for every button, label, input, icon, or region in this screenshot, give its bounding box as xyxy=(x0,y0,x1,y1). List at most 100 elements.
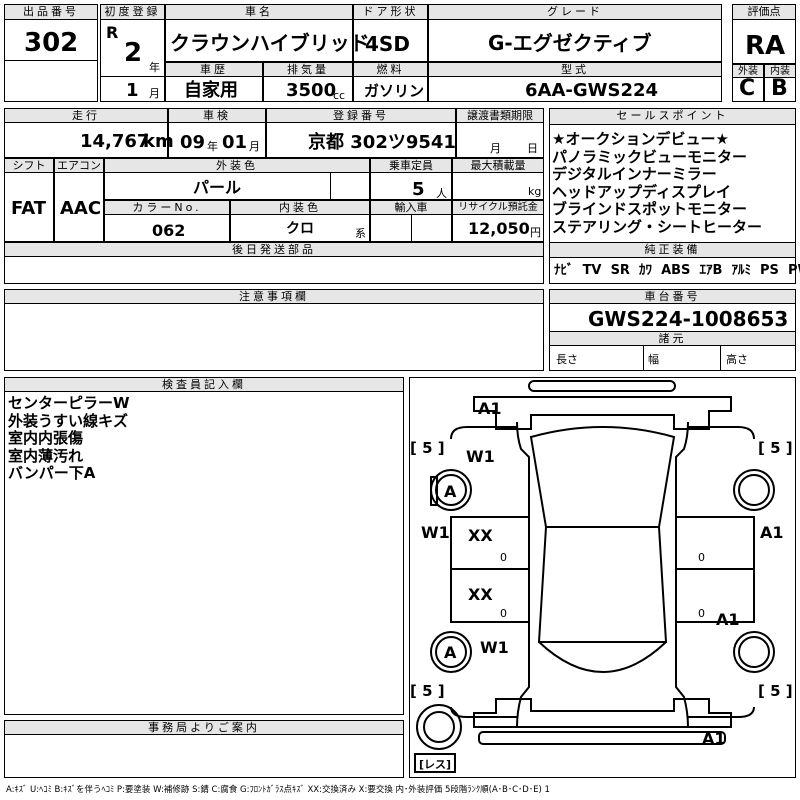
inspection-month: 01 xyxy=(222,132,248,153)
mark-fl-wheel: A xyxy=(444,482,457,501)
equipment-list: ﾅﾋﾞ TV SR ｶﾜ ABS ｴｱB ｱﾙﾐ PS PW xyxy=(554,264,800,277)
dimensions-header: 諸元 xyxy=(549,331,796,346)
height-label: 高さ xyxy=(726,353,748,366)
door-header: ドア形状 xyxy=(353,4,428,20)
model-header: 型式 xyxy=(428,62,722,77)
color-no-header: カラーNo. xyxy=(104,200,230,215)
inspector-note: バンパー下A xyxy=(8,464,96,482)
office-header: 事務局よりご案内 xyxy=(4,720,404,735)
mark-zero: 0 xyxy=(698,607,705,620)
inspector-note: 室内内張傷 xyxy=(8,429,84,447)
inspector-note: 室内薄汚れ xyxy=(8,446,84,465)
inspector-notes: センターピラーW 外装うすい線キズ 室内内張傷 室内薄汚れ バンパー下A xyxy=(8,394,130,483)
ext-color: パール xyxy=(193,178,242,197)
transfer-header: 譲渡書類期限 xyxy=(456,108,544,123)
length-label: 長さ xyxy=(556,353,578,366)
fuel: ガソリン xyxy=(364,82,425,100)
mark-right-front-door: A1 xyxy=(760,523,784,542)
equipment-item: ﾅﾋﾞ xyxy=(554,263,574,278)
capacity: 5 xyxy=(412,179,425,200)
reg-month-unit: 月 xyxy=(149,87,160,100)
inspection-year-unit: 年 xyxy=(207,140,218,153)
ac-header: エアコン xyxy=(54,158,104,173)
registration-header: 登録番号 xyxy=(266,108,456,123)
car-outline-drawing xyxy=(414,380,775,773)
inspection-year: 09 xyxy=(180,132,206,153)
displacement-header: 排気量 xyxy=(263,62,353,77)
displacement: 3500 xyxy=(286,80,337,101)
equipment-header: 純正装備 xyxy=(549,242,796,258)
era: R xyxy=(106,23,119,42)
notes-header: 注意事項欄 xyxy=(4,289,544,304)
later-parts-header: 後日発送部品 xyxy=(4,242,544,257)
first-registration-header: 初度登録 xyxy=(100,4,165,20)
tire-depth-fr: [ 5 ] xyxy=(758,439,793,457)
mark-roof-rear: XX xyxy=(468,585,493,604)
reg-year-unit: 年 xyxy=(149,61,160,74)
sales-point: ステアリング・シートヒーター xyxy=(552,217,763,236)
inspector-header: 検査員記入欄 xyxy=(4,377,404,392)
spare-tire-rest: [レス] xyxy=(419,758,452,771)
chassis-number: GWS224-1008653 xyxy=(588,307,789,331)
displacement-unit: cc xyxy=(333,89,346,102)
int-color: クロ xyxy=(286,221,314,237)
equipment-item: ABS xyxy=(661,263,691,278)
history-header: 車歴 xyxy=(165,62,263,77)
sales-point: ブラインドスポットモニター xyxy=(552,200,748,218)
door-type: 4SD xyxy=(365,32,410,56)
mark-right-rear-door: A1 xyxy=(716,610,740,629)
sales-point: パノラミックビューモニター xyxy=(552,147,748,166)
int-color-unit: 系 xyxy=(355,227,366,240)
model: 6AA-GWS224 xyxy=(525,80,659,101)
inspection-header: 車検 xyxy=(168,108,266,123)
reg-month: 1 xyxy=(126,80,139,101)
grade: G-エグゼクティブ xyxy=(488,31,652,55)
inspector-note: 外装うすい線キズ xyxy=(8,411,129,430)
max-load-unit: kg xyxy=(528,185,542,198)
mileage-header: 走行 xyxy=(4,108,168,123)
sales-points-list: ★オークションデビュー★ パノラミックビューモニター デジタルインナーミラー ヘ… xyxy=(552,130,763,236)
mileage: 14,767 xyxy=(80,131,150,152)
recycle-header: リサイクル預託金 xyxy=(452,200,544,215)
chassis-header: 車台番号 xyxy=(549,289,796,304)
mark-left-front-door: W1 xyxy=(421,523,450,542)
equipment-item: ｶﾜ xyxy=(639,263,652,278)
history: 自家用 xyxy=(184,80,238,101)
transfer-day-unit: 日 xyxy=(527,142,538,155)
mark-fl-fender: W1 xyxy=(466,447,495,466)
mark-zero: 0 xyxy=(500,551,507,564)
sales-point: デジタルインナーミラー xyxy=(552,165,717,183)
max-load-header: 最大積載量 xyxy=(452,158,544,173)
grade-header: グレード xyxy=(428,4,722,20)
int-color-header: 内装色 xyxy=(230,200,370,215)
transfer-month-unit: 月 xyxy=(490,142,501,155)
mark-zero: 0 xyxy=(698,551,705,564)
equipment-item: TV xyxy=(582,263,602,278)
mark-rl-wheel: A xyxy=(444,643,457,662)
sales-points-header: セールスポイント xyxy=(549,108,796,125)
exterior-grade: C xyxy=(739,76,756,101)
rest-label: レス xyxy=(424,758,447,771)
shift: FAT xyxy=(11,198,47,219)
import-header: 輸入車 xyxy=(370,200,452,215)
inspector-note: センターピラーW xyxy=(8,394,130,412)
score: RA xyxy=(745,31,786,61)
car-name-header: 車名 xyxy=(165,4,353,20)
ac: AAC xyxy=(60,198,102,219)
recycle-unit: 円 xyxy=(530,226,541,239)
color-no: 062 xyxy=(152,221,186,240)
inspection-month-unit: 月 xyxy=(249,140,260,153)
mark-rear-bottom: A1 xyxy=(702,729,726,748)
reg-year: 2 xyxy=(124,38,143,68)
shift-header: シフト xyxy=(4,158,54,173)
mark-rl-fender: W1 xyxy=(480,638,509,657)
capacity-header: 乗車定員 xyxy=(370,158,452,173)
capacity-unit: 人 xyxy=(436,187,447,200)
recycle: 12,050 xyxy=(468,219,530,238)
registration-number: 京都 302ツ9541 xyxy=(308,132,456,153)
interior-grade: B xyxy=(771,76,788,101)
mark-zero: 0 xyxy=(500,607,507,620)
mark-roof-front: XX xyxy=(468,526,493,545)
tire-depth-rl: [ 5 ] xyxy=(410,682,445,700)
score-header: 評価点 xyxy=(732,4,796,20)
